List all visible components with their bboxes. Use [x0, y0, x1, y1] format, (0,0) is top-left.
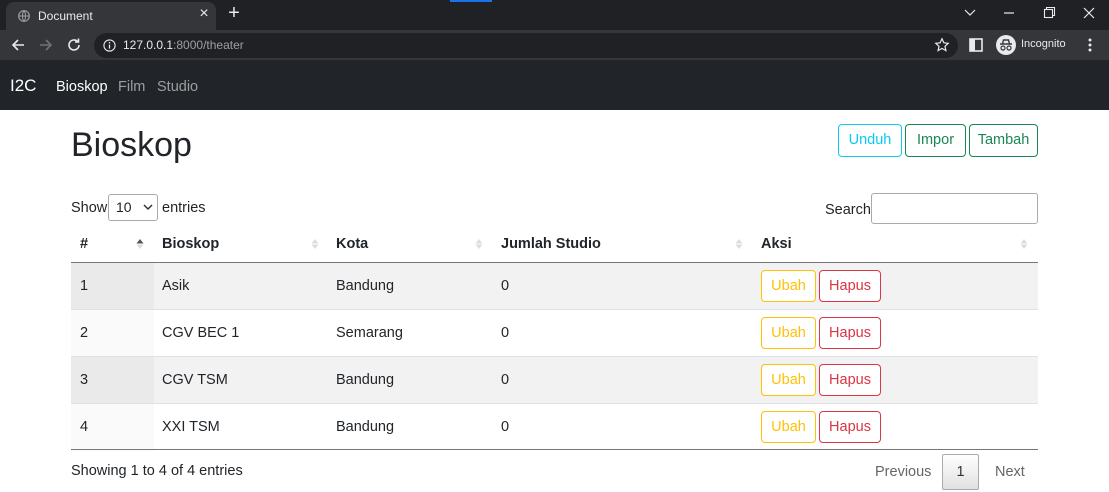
sort-icon[interactable]: [311, 238, 319, 250]
back-icon[interactable]: [10, 37, 26, 53]
row-jumlah-studio: 0: [501, 419, 510, 435]
search-label: Search:: [825, 202, 875, 218]
nav-link-film[interactable]: Film: [118, 79, 145, 95]
row-jumlah-studio: 0: [501, 325, 510, 341]
sort-icon[interactable]: [475, 238, 483, 250]
browser-toolbar: 127.0.0.1:8000/theater: [0, 30, 1109, 60]
new-tab-icon[interactable]: +: [224, 3, 244, 23]
navbar-brand[interactable]: I2C: [10, 76, 36, 96]
edit-button[interactable]: Ubah: [761, 364, 816, 396]
row-jumlah-studio: 0: [501, 372, 510, 388]
next-page-button[interactable]: Next: [995, 464, 1025, 480]
row-bioskop: XXI TSM: [162, 419, 220, 435]
site-info-icon[interactable]: [103, 39, 116, 52]
row-kota: Bandung: [336, 419, 395, 435]
entries-label: entries: [162, 200, 206, 216]
browser-menu-icon[interactable]: [1084, 37, 1096, 53]
page-1-button[interactable]: 1: [942, 454, 979, 490]
incognito-label[interactable]: Incognito: [1021, 38, 1066, 50]
page-title: Bioskop: [71, 126, 192, 164]
delete-button[interactable]: Hapus: [819, 270, 881, 302]
browser-tab[interactable]: Document ×: [6, 2, 216, 30]
edit-button[interactable]: Ubah: [761, 317, 816, 349]
table-row: 3 CGV TSM Bandung 0 Ubah Hapus: [71, 357, 1038, 404]
sort-icon[interactable]: [1020, 238, 1028, 250]
row-bioskop: Asik: [162, 278, 190, 294]
side-panel-icon[interactable]: [969, 38, 983, 52]
close-window-icon[interactable]: [1079, 4, 1099, 22]
column-header-number[interactable]: #: [80, 236, 88, 252]
column-header-aksi[interactable]: Aksi: [761, 236, 792, 252]
forward-icon[interactable]: [38, 37, 54, 53]
edit-button[interactable]: Ubah: [761, 411, 816, 443]
column-header-kota[interactable]: Kota: [336, 236, 368, 252]
page-length-value: 10: [116, 199, 132, 215]
url-text: 127.0.0.1:8000/theater: [123, 38, 244, 52]
reload-icon[interactable]: [66, 37, 82, 53]
close-tab-icon[interactable]: ×: [196, 6, 212, 22]
row-jumlah-studio: 0: [501, 278, 510, 294]
row-number: 3: [80, 372, 89, 388]
import-button[interactable]: Impor: [905, 124, 966, 157]
row-number: 1: [80, 278, 89, 294]
nav-link-studio[interactable]: Studio: [157, 79, 198, 95]
table-row: 4 XXI TSM Bandung 0 Ubah Hapus: [71, 404, 1038, 451]
page-length-select[interactable]: 10: [108, 194, 158, 221]
row-bioskop: CGV TSM: [162, 372, 228, 388]
row-kota: Semarang: [336, 325, 403, 341]
table-row: 2 CGV BEC 1 Semarang 0 Ubah Hapus: [71, 310, 1038, 357]
url-path: :8000/theater: [173, 38, 244, 52]
show-label: Show: [71, 200, 108, 216]
add-button[interactable]: Tambah: [969, 124, 1038, 157]
chevron-down-icon: [143, 204, 153, 211]
restore-icon[interactable]: [1039, 4, 1059, 22]
row-bioskop: CGV BEC 1: [162, 325, 240, 341]
edit-button[interactable]: Ubah: [761, 270, 816, 302]
url-host: 127.0.0.1: [123, 38, 174, 52]
delete-button[interactable]: Hapus: [819, 364, 881, 396]
row-number: 2: [80, 325, 89, 341]
delete-button[interactable]: Hapus: [819, 317, 881, 349]
app-navbar: I2C Bioskop Film Studio: [0, 60, 1109, 110]
table-info: Showing 1 to 4 of 4 entries: [71, 463, 243, 479]
row-kota: Bandung: [336, 278, 395, 294]
search-input[interactable]: [871, 193, 1038, 224]
incognito-icon[interactable]: [996, 35, 1016, 55]
table-header: # Bioskop Kota Jumlah Studio Aksi: [71, 226, 1038, 263]
browser-tabstrip: Document × +: [0, 0, 1109, 30]
minimize-icon[interactable]: [999, 4, 1019, 22]
tab-search-icon[interactable]: [960, 4, 980, 22]
download-button[interactable]: Unduh: [838, 124, 902, 157]
tab-accent-bar: [450, 0, 492, 2]
nav-link-bioskop[interactable]: Bioskop: [56, 79, 108, 95]
column-header-jumlah-studio[interactable]: Jumlah Studio: [501, 236, 601, 252]
previous-page-button[interactable]: Previous: [875, 464, 931, 480]
tab-title: Document: [38, 9, 93, 23]
address-bar[interactable]: 127.0.0.1:8000/theater: [94, 33, 958, 58]
table-bottom-border: [71, 449, 1038, 450]
sort-asc-icon[interactable]: [136, 238, 144, 250]
row-number: 4: [80, 419, 89, 435]
delete-button[interactable]: Hapus: [819, 411, 881, 443]
column-header-bioskop[interactable]: Bioskop: [162, 236, 219, 252]
row-kota: Bandung: [336, 372, 395, 388]
bookmark-star-icon[interactable]: [934, 37, 950, 53]
globe-icon: [18, 10, 30, 22]
table-row: 1 Asik Bandung 0 Ubah Hapus: [71, 263, 1038, 310]
sort-icon[interactable]: [735, 238, 743, 250]
